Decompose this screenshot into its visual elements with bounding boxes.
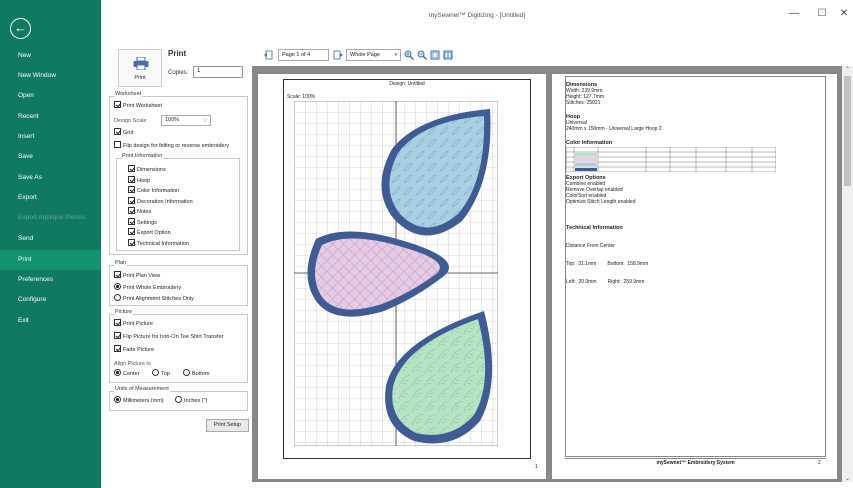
technical-information-checkbox[interactable]: Technical Information <box>128 239 189 249</box>
scroll-up-icon[interactable]: ⌃ <box>844 66 851 73</box>
hoop-section: Hoop Universal 240mm x 150mm - Universal… <box>566 114 662 132</box>
page-2-footer: mySewnet™ Embroidery System <box>656 460 735 466</box>
print-plan-view-checkbox[interactable]: Print Plan View <box>114 271 160 281</box>
next-page-icon[interactable] <box>333 50 343 60</box>
backstage-sidebar: ← New New Window Open Recent Insert Save… <box>0 0 101 488</box>
sidebar-item-send[interactable]: Send <box>0 230 101 248</box>
millimeters-radio[interactable]: Millimeters (mm) <box>114 396 164 406</box>
print-worksheet-checkbox[interactable]: Print Worksheet <box>114 101 162 111</box>
flip-picture-checkbox[interactable]: Flip Picture for Iron-On Tee Shirt Trans… <box>114 332 223 342</box>
color-information-table <box>566 147 776 172</box>
printer-icon <box>133 57 149 70</box>
maximize-icon[interactable]: ☐ <box>812 8 832 24</box>
color-information-checkbox[interactable]: Color Information <box>128 186 179 196</box>
plan-legend: Plan <box>114 260 128 266</box>
sidebar-item-print[interactable]: Print <box>0 250 101 270</box>
export-option-checkbox[interactable]: Export Option <box>128 228 171 238</box>
sidebar-item-open[interactable]: Open <box>0 87 101 105</box>
sidebar-item-configure[interactable]: Configure <box>0 291 101 309</box>
sidebar-item-recent[interactable]: Recent <box>0 108 101 126</box>
sidebar-item-save[interactable]: Save <box>0 148 101 166</box>
scroll-thumb[interactable] <box>844 76 851 186</box>
worksheet-legend: Worksheet <box>114 91 143 97</box>
footer-divider <box>565 458 826 459</box>
align-center-radio[interactable]: Center <box>114 369 140 379</box>
sidebar-item-save-as[interactable]: Save As <box>0 169 101 187</box>
scale-label: Scale: 100% <box>287 94 316 100</box>
scroll-down-icon[interactable]: ⌄ <box>844 475 851 482</box>
align-picture-label: Align Picture to <box>114 361 151 367</box>
print-heading: Print <box>168 49 187 58</box>
sidebar-item-new[interactable]: New <box>0 47 101 65</box>
back-arrow-icon[interactable]: ← <box>10 18 31 39</box>
units-legend: Units of Measurement <box>114 386 170 392</box>
print-information-legend: Print Information <box>121 153 164 159</box>
close-icon[interactable]: ✕ <box>834 8 853 24</box>
preview-page-1: Design: Untitled Scale: 100% 1 <box>258 74 546 479</box>
page-2-number: 2 <box>818 460 821 466</box>
design-scale-select[interactable]: 100% ⌵ <box>161 115 211 126</box>
sidebar-item-preferences[interactable]: Preferences <box>0 271 101 289</box>
preview-scrollbar[interactable]: ⌃ ⌄ <box>842 66 853 482</box>
export-options-section: Export Options Combine enabled Remove Ov… <box>566 175 636 205</box>
embroidery-worksheet-canvas <box>294 101 498 446</box>
zoom-in-icon[interactable] <box>404 50 414 60</box>
print-preview-area: Design: Untitled Scale: 100% 1 Dimension… <box>252 66 842 482</box>
window-title: mySewnet™ Digitizing - [Untitled] <box>428 12 526 19</box>
flip-design-checkbox[interactable]: Flip design for felting or reverse embro… <box>114 141 229 151</box>
sidebar-item-export[interactable]: Export <box>0 189 101 207</box>
sidebar-item-export-applique-pieces: Export Appliqué Pieces <box>18 214 85 221</box>
settings-checkbox[interactable]: Settings <box>128 218 157 228</box>
print-setup-button[interactable]: Print Setup <box>206 419 249 432</box>
notes-checkbox[interactable]: Notes <box>128 207 151 217</box>
sidebar-item-exit[interactable]: Exit <box>0 312 101 330</box>
design-scale-label: Design Scale <box>114 118 147 124</box>
print-button-label: Print <box>134 75 146 81</box>
decoration-information-checkbox[interactable]: Decoration Information <box>128 197 193 207</box>
two-pages-icon[interactable] <box>443 50 453 60</box>
picture-legend: Picture <box>114 309 134 315</box>
hoop-checkbox[interactable]: Hoop <box>128 176 150 186</box>
design-label: Design: Untitled <box>389 81 425 87</box>
inches-radio[interactable]: Inches (") <box>175 396 207 406</box>
previous-page-icon[interactable] <box>264 50 274 60</box>
technical-information-section: Technical Information Distance From Cent… <box>566 225 649 285</box>
chevron-down-icon: ▾ <box>394 52 397 58</box>
page-selector[interactable]: Page 1 of 4 <box>278 49 329 61</box>
zoom-select[interactable]: Whole Page ▾ <box>346 49 401 61</box>
color-information-section: Color Information <box>566 140 613 146</box>
grid-checkbox[interactable]: Grid <box>114 128 133 138</box>
zoom-out-icon[interactable] <box>417 50 427 60</box>
page-1-number: 1 <box>535 464 538 470</box>
print-picture-checkbox[interactable]: Print Picture <box>114 319 153 329</box>
dimensions-checkbox[interactable]: Dimensions <box>128 165 166 175</box>
title-bar: mySewnet™ Digitizing - [Untitled] — ☐ ✕ <box>101 0 853 30</box>
sidebar-item-insert[interactable]: Insert <box>0 128 101 146</box>
preview-page-2: Dimensions Width: 239.9mm Height: 127.7m… <box>552 74 837 479</box>
sidebar-item-new-window[interactable]: New Window <box>0 67 101 85</box>
align-top-radio[interactable]: Top <box>152 369 170 379</box>
fade-picture-checkbox[interactable]: Fade Picture <box>114 345 154 355</box>
chevron-down-icon: ⌵ <box>203 117 207 123</box>
print-alignment-stitches-radio[interactable]: Print Alignment Stitches Only <box>114 294 194 304</box>
print-whole-embroidery-radio[interactable]: Print Whole Embroidery <box>114 283 181 293</box>
single-page-icon[interactable] <box>430 50 440 60</box>
align-bottom-radio[interactable]: Bottom <box>183 369 209 379</box>
dimensions-section: Dimensions Width: 239.9mm Height: 127.7m… <box>566 82 605 106</box>
copies-label: Copies: <box>168 70 189 76</box>
copies-input[interactable]: 1 <box>193 66 243 78</box>
minimize-icon[interactable]: — <box>784 8 804 24</box>
print-button[interactable]: Print <box>118 49 162 87</box>
